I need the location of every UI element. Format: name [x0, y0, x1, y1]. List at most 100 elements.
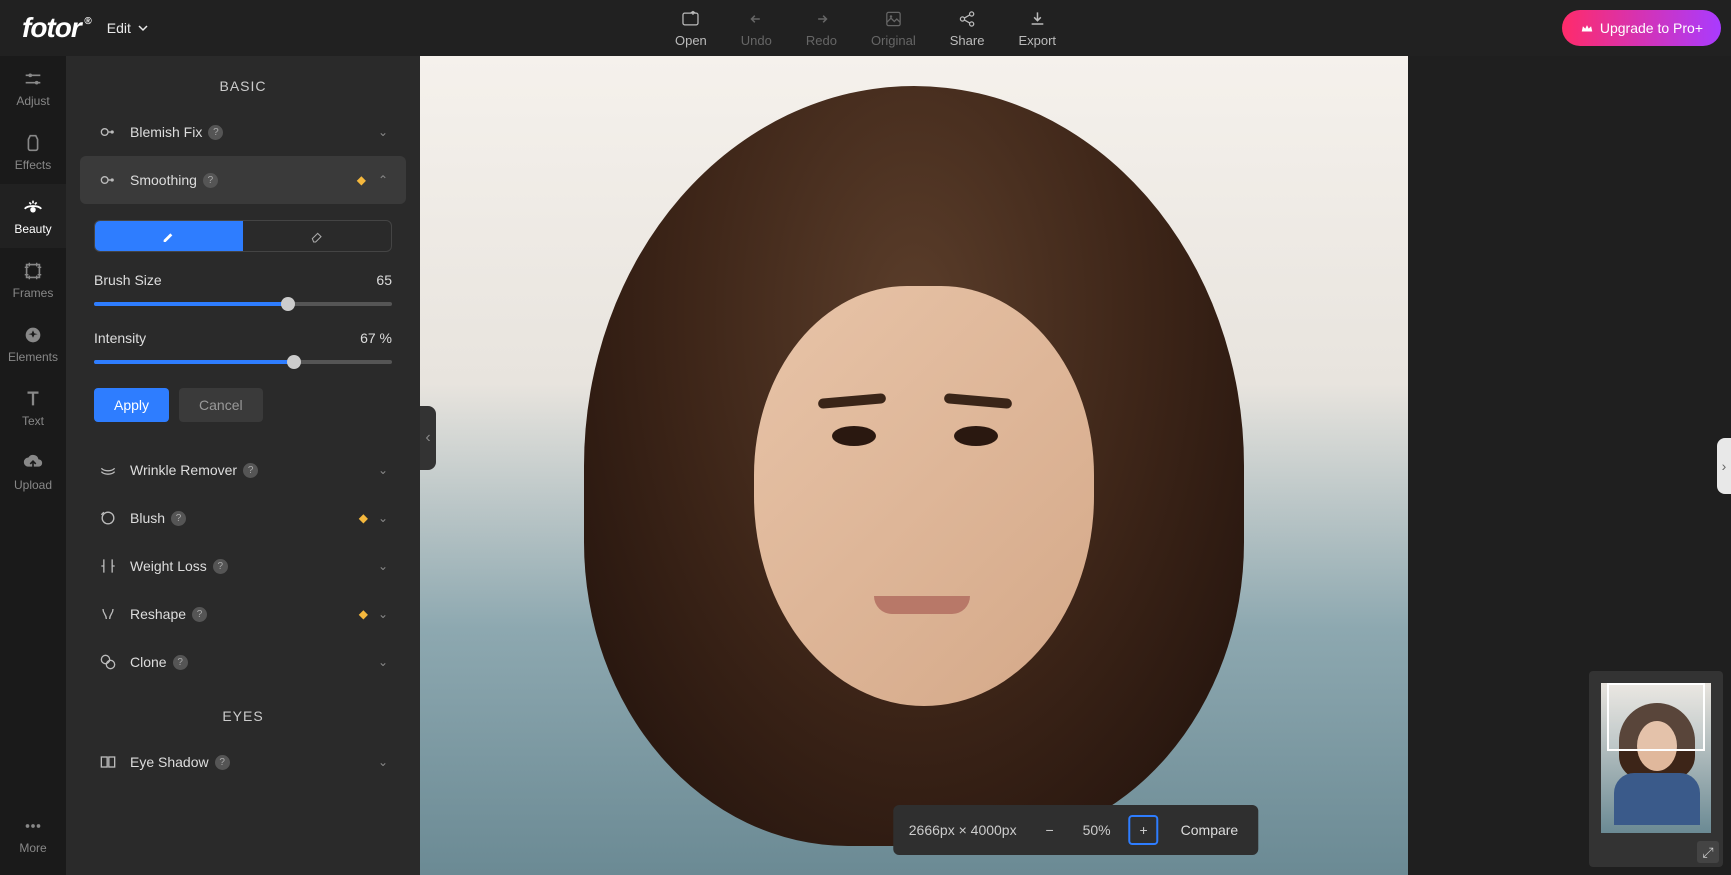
cancel-button[interactable]: Cancel [179, 388, 263, 422]
nav-more[interactable]: More [0, 803, 66, 867]
upgrade-button[interactable]: Upgrade to Pro+ [1562, 10, 1721, 46]
image-dimensions: 2666px × 4000px [909, 822, 1017, 838]
brush-add[interactable] [95, 221, 243, 251]
intensity-value: 67 [360, 330, 376, 346]
tool-reshape[interactable]: Reshape ? ◆ ⌄ [80, 590, 406, 638]
compare-button[interactable]: Compare [1177, 816, 1243, 844]
frames-icon [22, 260, 44, 282]
tool-blush[interactable]: Blush ? ◆ ⌄ [80, 494, 406, 542]
nav-beauty[interactable]: Beauty [0, 184, 66, 248]
expand-right-handle[interactable]: › [1717, 438, 1731, 494]
edit-menu[interactable]: Edit [93, 14, 163, 42]
tool-smoothing[interactable]: Smoothing ? ◆ ⌃ [80, 156, 406, 204]
tool-weight-loss[interactable]: Weight Loss ? ⌄ [80, 542, 406, 590]
status-bar: 2666px × 4000px − 50% + Compare [893, 805, 1258, 855]
export-icon [1026, 9, 1048, 29]
zoom-in-button[interactable]: + [1129, 815, 1159, 845]
redo-icon [810, 9, 832, 29]
reshape-icon [98, 604, 118, 624]
minimap-image [1601, 683, 1711, 833]
help-icon[interactable]: ? [208, 125, 223, 140]
brush-add-icon [161, 228, 177, 244]
chevron-down-icon: ⌄ [378, 559, 388, 573]
chevron-down-icon: ⌄ [378, 607, 388, 621]
tool-clone[interactable]: Clone ? ⌄ [80, 638, 406, 686]
more-icon [22, 815, 44, 837]
slider-thumb[interactable] [287, 355, 301, 369]
export-button[interactable]: Export [1018, 9, 1056, 48]
left-nav: Adjust Effects Beauty Frames Elements Te… [0, 56, 66, 875]
intensity-track[interactable] [94, 360, 392, 364]
intensity-label: Intensity [94, 330, 146, 346]
tool-eye-shadow[interactable]: Eye Shadow ? ⌄ [80, 738, 406, 786]
collapse-panel-handle[interactable]: ‹ [420, 406, 436, 470]
help-icon[interactable]: ? [215, 755, 230, 770]
wrinkle-icon [98, 460, 118, 480]
slider-thumb[interactable] [281, 297, 295, 311]
help-icon[interactable]: ? [243, 463, 258, 478]
share-button[interactable]: Share [950, 9, 985, 48]
premium-icon: ◆ [359, 511, 368, 525]
smoothing-icon [98, 170, 118, 190]
chevron-down-icon [137, 22, 149, 34]
undo-button[interactable]: Undo [741, 9, 772, 48]
nav-text[interactable]: Text [0, 376, 66, 440]
help-icon[interactable]: ? [213, 559, 228, 574]
apply-button[interactable]: Apply [94, 388, 169, 422]
logo: fotor® [10, 12, 93, 44]
weight-loss-icon [98, 556, 118, 576]
brush-erase[interactable] [243, 221, 391, 251]
help-icon[interactable]: ? [203, 173, 218, 188]
original-button[interactable]: Original [871, 9, 916, 48]
nav-effects[interactable]: Effects [0, 120, 66, 184]
redo-button[interactable]: Redo [806, 9, 837, 48]
nav-frames[interactable]: Frames [0, 248, 66, 312]
beauty-panel: BASIC Blemish Fix ? ⌄ Smoothing ? ◆ ⌃ Br… [66, 56, 420, 875]
brush-size-slider: Brush Size 65 [94, 272, 392, 306]
zoom-level: 50% [1083, 822, 1111, 838]
nav-upload[interactable]: Upload [0, 440, 66, 504]
blemish-icon [98, 122, 118, 142]
edit-label: Edit [107, 20, 131, 36]
help-icon[interactable]: ? [173, 655, 188, 670]
chevron-down-icon: ⌄ [378, 125, 388, 139]
undo-icon [745, 9, 767, 29]
help-icon[interactable]: ? [192, 607, 207, 622]
premium-icon: ◆ [359, 607, 368, 621]
original-icon [882, 9, 904, 29]
minimap[interactable]: ⤢ [1589, 671, 1723, 867]
image-content [634, 106, 1194, 826]
chevron-down-icon: ⌄ [378, 463, 388, 477]
crown-icon [1580, 21, 1594, 35]
brush-size-track[interactable] [94, 302, 392, 306]
blush-icon [98, 508, 118, 528]
brush-mode-toggle [94, 220, 392, 252]
elements-icon [22, 324, 44, 346]
clone-icon [98, 652, 118, 672]
minimap-viewport[interactable] [1607, 683, 1705, 751]
zoom-out-button[interactable]: − [1035, 815, 1065, 845]
intensity-slider: Intensity 67 % [94, 330, 392, 364]
section-eyes: EYES [66, 686, 420, 738]
brush-size-label: Brush Size [94, 272, 162, 288]
brush-size-value: 65 [376, 272, 392, 288]
canvas-area: › 2666px × 4000px − 50% + Compare ⤢ [420, 56, 1731, 875]
beauty-icon [22, 196, 44, 218]
upload-icon [22, 452, 44, 474]
chevron-down-icon: ⌄ [378, 755, 388, 769]
tool-blemish-fix[interactable]: Blemish Fix ? ⌄ [80, 108, 406, 156]
open-button[interactable]: Open [675, 9, 707, 48]
top-header: fotor® Edit Open Undo Redo Original Shar… [0, 0, 1731, 56]
nav-elements[interactable]: Elements [0, 312, 66, 376]
image-canvas[interactable] [420, 56, 1408, 875]
minimap-expand-button[interactable]: ⤢ [1697, 841, 1719, 863]
chevron-up-icon: ⌃ [378, 173, 388, 187]
text-icon [22, 388, 44, 410]
nav-adjust[interactable]: Adjust [0, 56, 66, 120]
header-actions: Open Undo Redo Original Share Export [675, 9, 1056, 48]
premium-icon: ◆ [357, 173, 366, 187]
tool-wrinkle-remover[interactable]: Wrinkle Remover ? ⌄ [80, 446, 406, 494]
eye-shadow-icon [98, 752, 118, 772]
effects-icon [22, 132, 44, 154]
help-icon[interactable]: ? [171, 511, 186, 526]
